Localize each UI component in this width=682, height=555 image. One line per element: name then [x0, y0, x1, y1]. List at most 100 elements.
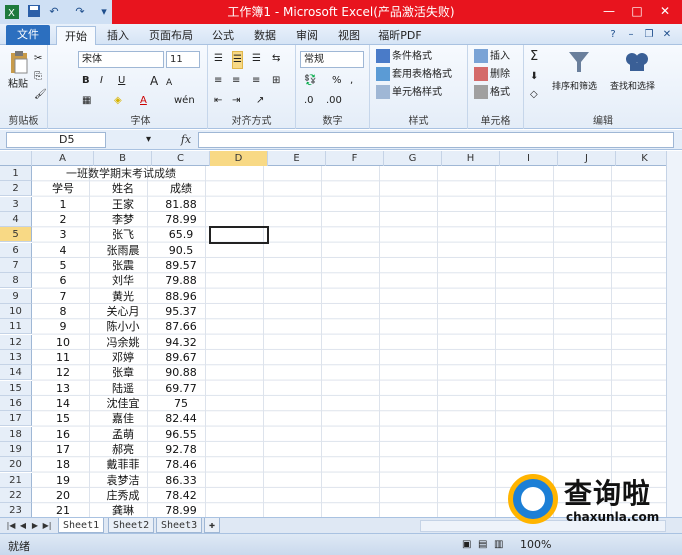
cell-area[interactable]: 一班数学期末考试成绩 学号 姓名 成绩 1 王家 81.88 2 李梦 78.99 3 张飞 65.9…: [32, 166, 666, 517]
format-painter-icon[interactable]: 🖌: [34, 87, 47, 103]
column-header-g[interactable]: G: [384, 151, 442, 166]
data-cell[interactable]: 郝亮: [94, 442, 152, 457]
data-cell[interactable]: 82.44: [152, 411, 210, 426]
header-cell[interactable]: 学号: [32, 181, 94, 196]
row-header-4[interactable]: 4: [0, 211, 32, 227]
tab-insert[interactable]: 插入: [100, 26, 136, 45]
align-middle-icon[interactable]: ☰: [232, 51, 243, 69]
data-cell[interactable]: 81.88: [152, 197, 210, 212]
data-cell[interactable]: 78.42: [152, 488, 210, 503]
conditional-format-button[interactable]: 条件格式: [376, 49, 432, 65]
number-format-select[interactable]: 常规: [300, 51, 364, 68]
data-cell[interactable]: 孟萌: [94, 427, 152, 442]
page-break-view-icon[interactable]: ▥: [494, 537, 503, 553]
decrease-indent-icon[interactable]: ⇤: [214, 93, 222, 109]
help-icon[interactable]: ?: [606, 28, 620, 42]
data-cell[interactable]: 邓婷: [94, 350, 152, 365]
prev-sheet-icon[interactable]: ◀: [18, 520, 28, 532]
tab-home[interactable]: 开始: [56, 26, 96, 45]
ribbon-minimize-icon[interactable]: –: [624, 28, 638, 42]
data-cell[interactable]: 张雨晨: [94, 243, 152, 258]
vertical-scrollbar[interactable]: [666, 151, 682, 517]
normal-view-icon[interactable]: ▣: [462, 537, 471, 553]
data-cell[interactable]: 18: [32, 457, 94, 472]
fill-color-icon[interactable]: ◈: [114, 93, 122, 109]
data-cell[interactable]: 89.57: [152, 258, 210, 273]
active-cell-d5[interactable]: [209, 226, 269, 244]
column-header-e[interactable]: E: [268, 151, 326, 166]
paste-button[interactable]: 粘贴: [8, 77, 28, 93]
grow-font-button[interactable]: A: [150, 73, 158, 89]
data-cell[interactable]: 19: [32, 473, 94, 488]
data-cell[interactable]: 王家: [94, 197, 152, 212]
data-cell[interactable]: 10: [32, 335, 94, 350]
format-as-table-button[interactable]: 套用表格格式: [376, 67, 452, 83]
column-header-c[interactable]: C: [152, 151, 210, 166]
close-button[interactable]: ✕: [652, 2, 678, 20]
data-cell[interactable]: 75: [152, 396, 210, 411]
row-header-6[interactable]: 6: [0, 242, 32, 258]
currency-icon[interactable]: 💱: [304, 73, 316, 89]
sort-filter-button[interactable]: 排序和筛选: [552, 79, 597, 95]
row-header-18[interactable]: 18: [0, 426, 32, 442]
data-cell[interactable]: 4: [32, 243, 94, 258]
sheet-tab-sheet1[interactable]: Sheet1: [58, 518, 105, 533]
column-header-d[interactable]: D: [210, 151, 268, 166]
sheet-title-cell[interactable]: 一班数学期末考试成绩: [32, 166, 210, 181]
align-center-icon[interactable]: ≡: [232, 73, 240, 89]
row-header-17[interactable]: 17: [0, 411, 32, 427]
row-header-7[interactable]: 7: [0, 257, 32, 273]
cell-styles-button[interactable]: 单元格样式: [376, 85, 442, 101]
data-cell[interactable]: 关心月: [94, 304, 152, 319]
data-cell[interactable]: 陈小小: [94, 319, 152, 334]
clear-icon[interactable]: ◇: [530, 87, 538, 103]
row-header-19[interactable]: 19: [0, 441, 32, 457]
row-header-23[interactable]: 23: [0, 503, 32, 517]
find-select-icon[interactable]: [624, 49, 650, 81]
data-cell[interactable]: 88.96: [152, 289, 210, 304]
font-size-select[interactable]: 11: [166, 51, 200, 68]
row-header-21[interactable]: 21: [0, 472, 32, 488]
data-cell[interactable]: 87.66: [152, 319, 210, 334]
data-cell[interactable]: 沈佳宜: [94, 396, 152, 411]
column-header-b[interactable]: B: [94, 151, 152, 166]
align-right-icon[interactable]: ≡: [252, 73, 260, 89]
delete-cells-button[interactable]: 删除: [474, 67, 510, 83]
data-cell[interactable]: 7: [32, 289, 94, 304]
close-workbook-icon[interactable]: ✕: [660, 28, 674, 42]
tab-foxit-pdf[interactable]: 福昕PDF: [374, 26, 426, 45]
align-top-icon[interactable]: ☰: [214, 51, 223, 67]
data-cell[interactable]: 14: [32, 396, 94, 411]
maximize-button[interactable]: □: [624, 2, 650, 20]
restore-window-icon[interactable]: ❐: [642, 28, 656, 42]
data-cell[interactable]: 94.32: [152, 335, 210, 350]
data-cell[interactable]: 13: [32, 381, 94, 396]
cut-icon[interactable]: ✂: [34, 51, 42, 67]
data-cell[interactable]: 庄秀成: [94, 488, 152, 503]
next-sheet-icon[interactable]: ▶: [30, 520, 40, 532]
bold-button[interactable]: B: [82, 73, 90, 89]
minimize-button[interactable]: —: [596, 2, 622, 20]
data-cell[interactable]: 78.99: [152, 503, 210, 517]
row-header-2[interactable]: 2: [0, 181, 32, 197]
shrink-font-button[interactable]: A: [166, 75, 172, 91]
increase-indent-icon[interactable]: ⇥: [232, 93, 240, 109]
data-cell[interactable]: 陆遥: [94, 381, 152, 396]
column-header-k[interactable]: K: [616, 151, 666, 166]
data-cell[interactable]: 90.88: [152, 365, 210, 380]
sort-filter-icon[interactable]: [566, 49, 592, 81]
row-header-8[interactable]: 8: [0, 273, 32, 289]
percent-button[interactable]: %: [332, 73, 342, 89]
increase-decimal-icon[interactable]: .0: [304, 93, 314, 109]
zoom-level[interactable]: 100%: [520, 538, 551, 551]
row-header-9[interactable]: 9: [0, 288, 32, 304]
border-icon[interactable]: ▦: [82, 93, 91, 109]
column-header-j[interactable]: J: [558, 151, 616, 166]
font-name-select[interactable]: 宋体: [78, 51, 164, 68]
data-cell[interactable]: 张章: [94, 365, 152, 380]
row-header-12[interactable]: 12: [0, 334, 32, 350]
data-cell[interactable]: 90.5: [152, 243, 210, 258]
row-header-15[interactable]: 15: [0, 380, 32, 396]
data-cell[interactable]: 冯余姚: [94, 335, 152, 350]
data-cell[interactable]: 3: [32, 227, 94, 242]
